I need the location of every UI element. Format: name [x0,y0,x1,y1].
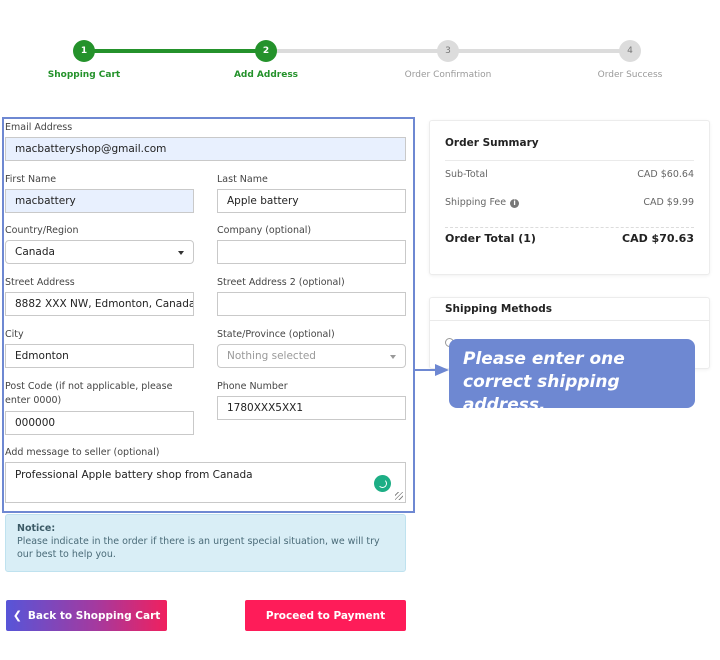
state-placeholder: Nothing selected [227,350,316,362]
callout-tooltip: Please enter one correct shipping addres… [449,339,695,415]
street-field-group: Street Address 8882 XXX NW, Edmonton, Ca… [5,277,194,316]
subtotal-label: Sub-Total [445,169,488,180]
resize-handle-icon[interactable] [395,492,403,500]
shipping-fee-value: CAD $9.99 [643,197,694,208]
country-select[interactable]: Canada [5,240,194,264]
city-label: City [5,329,24,340]
phone-label: Phone Number [217,381,288,392]
street-label: Street Address [5,277,75,288]
state-field-group: State/Province (optional) Nothing select… [217,329,406,368]
email-label: Email Address [5,122,73,133]
notice-title: Notice: [17,523,56,534]
message-label: Add message to seller (optional) [5,447,160,458]
message-textarea[interactable]: Professional Apple battery shop from Can… [5,462,406,503]
step-order-success: 4 Order Success [560,40,700,80]
company-field-group: Company (optional) [217,225,406,264]
order-total-label: Order Total (1) [445,232,536,245]
step-shopping-cart[interactable]: 1 Shopping Cart [14,40,154,80]
order-total-value: CAD $70.63 [622,232,694,245]
first-name-label: First Name [5,174,57,185]
step-label: Shopping Cart [47,70,121,80]
step-number: 3 [437,40,459,62]
last-name-field-group: Last Name Apple battery [217,174,406,213]
message-field-group: Add message to seller (optional) Profess… [5,447,406,503]
street-input[interactable]: 8882 XXX NW, Edmonton, Canada [5,292,194,316]
email-input[interactable]: macbatteryshop@gmail.com [5,137,406,161]
phone-input[interactable]: 1780XXX5XX1 [217,396,406,420]
back-to-cart-button[interactable]: ❮ Back to Shopping Cart [6,600,167,631]
step-label: Order Confirmation [404,70,492,80]
state-select[interactable]: Nothing selected [217,344,406,368]
company-input[interactable] [217,240,406,264]
street2-label: Street Address 2 (optional) [217,277,345,288]
divider [445,160,694,161]
street2-field-group: Street Address 2 (optional) [217,277,406,316]
subtotal-row: Sub-Total CAD $60.64 [445,169,694,180]
shipping-fee-row: Shipping Fee i CAD $9.99 [445,197,694,208]
dashed-divider [445,227,694,228]
country-value: Canada [15,246,55,258]
notice-text: Please indicate in the order if there is… [17,536,380,560]
back-button-label: Back to Shopping Cart [27,609,161,622]
city-input[interactable]: Edmonton [5,344,194,368]
dropdown-caret-icon [390,355,396,359]
callout-connector-line [415,369,437,371]
city-field-group: City Edmonton [5,329,194,368]
notice-box: Notice: Please indicate in the order if … [5,514,406,572]
step-label: Order Success [597,70,663,80]
state-label: State/Province (optional) [217,329,335,340]
order-summary-card: Order Summary Sub-Total CAD $60.64 Shipp… [429,120,710,275]
street2-input[interactable] [217,292,406,316]
chevron-left-icon: ❮ [12,609,22,622]
step-add-address: 2 Add Address [196,40,336,80]
company-label: Company (optional) [217,225,312,236]
step-label: Add Address [233,70,299,80]
shipping-methods-title: Shipping Methods [445,303,552,315]
step-number: 2 [255,40,277,62]
order-summary-title: Order Summary [445,137,539,149]
proceed-to-payment-button[interactable]: Proceed to Payment [245,600,406,631]
grammar-assistant-icon[interactable] [374,475,391,492]
info-icon[interactable]: i [510,199,520,208]
last-name-label: Last Name [217,174,268,185]
subtotal-value: CAD $60.64 [637,169,694,180]
first-name-input[interactable]: macbattery [5,189,194,213]
country-field-group: Country/Region Canada [5,225,194,264]
dropdown-caret-icon [178,251,184,255]
step-number: 1 [73,40,95,62]
last-name-input[interactable]: Apple battery [217,189,406,213]
step-number: 4 [619,40,641,62]
postcode-input[interactable]: 000000 [5,411,194,435]
callout-arrow-icon [435,364,449,376]
postcode-field-group: Post Code (if not applicable, please ent… [5,380,194,435]
phone-field-group: Phone Number 1780XXX5XX1 [217,381,406,420]
message-value: Professional Apple battery shop from Can… [15,469,253,481]
postcode-label: Post Code (if not applicable, please ent… [5,381,173,406]
checkout-stepper: 1 Shopping Cart 2 Add Address 3 Order Co… [0,0,720,100]
first-name-field-group: First Name macbattery [5,174,194,213]
order-total-row: Order Total (1) CAD $70.63 [445,232,694,245]
email-field-group: Email Address macbatteryshop@gmail.com [5,122,406,161]
divider [430,320,709,321]
country-label: Country/Region [5,225,79,236]
step-order-confirmation: 3 Order Confirmation [378,40,518,80]
shipping-fee-label: Shipping Fee [445,197,507,208]
